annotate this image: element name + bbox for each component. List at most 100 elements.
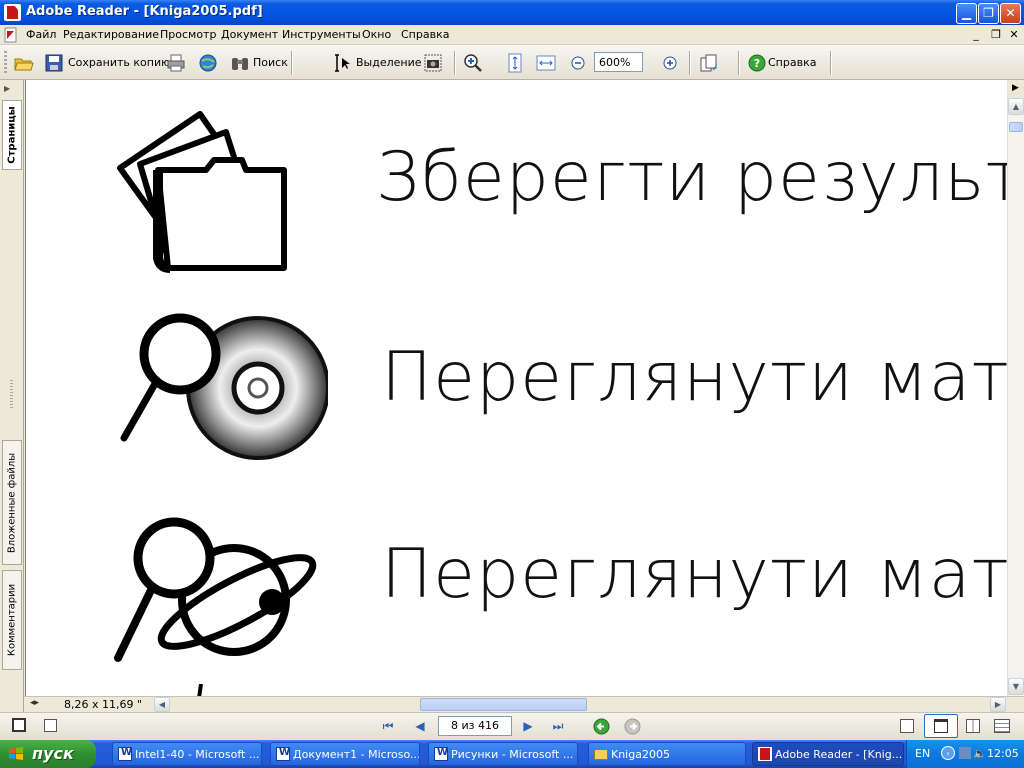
network-icon[interactable] (959, 747, 971, 759)
clock: 12:05 (987, 747, 1019, 760)
previous-page-button[interactable]: ◀ (412, 718, 428, 734)
tab-attachments-label: Вложенные файлы (6, 452, 18, 553)
title-bar[interactable]: Adobe Reader - [Kniga2005.pdf] ▁ ❐ ✕ (0, 0, 1024, 25)
adobe-reader-icon (4, 4, 21, 21)
adobe-icon (758, 747, 772, 761)
save-copy-icon[interactable] (44, 53, 64, 73)
pane-toggle-icon[interactable] (12, 718, 26, 732)
status-nav-bar (0, 712, 1024, 740)
zoom-level-input[interactable]: 600% (594, 52, 643, 72)
binoculars-icon[interactable] (230, 53, 250, 73)
window-title: Adobe Reader - [Kniga2005.pdf] (26, 4, 263, 19)
page-number-input[interactable]: 8 из 416 (438, 716, 512, 736)
document-line-1: Зберегти результат (376, 138, 1007, 217)
last-page-button[interactable]: ⏭ (550, 718, 566, 734)
help-button[interactable]: Справка (768, 56, 816, 69)
panel-expand-icon[interactable]: ▶ (4, 84, 18, 94)
word-icon: W (434, 747, 448, 761)
tab-pages-label: Страницы (6, 106, 18, 164)
zoom-in-tool-icon[interactable] (463, 53, 483, 73)
print-icon[interactable] (166, 53, 186, 73)
next-page-button[interactable]: ▶ (520, 718, 536, 734)
taskbar-item-kniga2005-folder[interactable]: Kniga2005 (588, 742, 746, 766)
start-button[interactable]: пуск (0, 740, 96, 768)
single-page-view-icon[interactable] (900, 719, 914, 733)
snapshot-camera-icon[interactable] (423, 53, 443, 73)
toolbar-separator (454, 51, 456, 75)
continuous-facing-view-icon[interactable] (994, 719, 1010, 733)
open-folder-icon[interactable] (14, 53, 34, 73)
facing-view-icon[interactable] (966, 719, 980, 733)
toolbar: Сохранить копию Поиск Выделение ▼ (0, 45, 1024, 122)
tray-expand-icon[interactable]: ‹ (941, 746, 955, 760)
menu-document[interactable]: Документ (221, 28, 278, 41)
toolbar-grip[interactable] (4, 51, 7, 75)
taskbar: пуск W Intel1-40 - Microsoft ... W Докум… (0, 740, 1024, 768)
menu-view[interactable]: Просмотр (160, 28, 216, 41)
zoom-in-icon[interactable] (660, 53, 680, 73)
tab-attachments[interactable]: Вложенные файлы (2, 440, 22, 565)
continuous-view-button[interactable] (924, 714, 958, 738)
search-button[interactable]: Поиск (253, 56, 288, 69)
go-forward-icon[interactable] (624, 718, 641, 735)
menu-help[interactable]: Справка (401, 28, 449, 41)
menu-file[interactable]: Файл (26, 28, 56, 41)
help-icon[interactable]: ? (748, 54, 766, 72)
text-select-icon[interactable] (333, 53, 353, 73)
panel-grip[interactable] (10, 380, 13, 410)
tab-pages[interactable]: Страницы (2, 100, 22, 170)
start-label: пуск (32, 744, 74, 763)
partial-icon (197, 684, 203, 696)
document-line-2: Переглянути матер (381, 338, 1007, 417)
doc-restore-button[interactable]: ❐ (988, 28, 1004, 42)
rotate-view-icon[interactable] (699, 53, 719, 73)
fit-page-icon[interactable] (505, 53, 525, 73)
vertical-scrollbar[interactable]: ▲ ▼ (1007, 98, 1024, 696)
continuous-view-icon (934, 719, 948, 733)
toolbar-separator (830, 51, 832, 75)
svg-text:?: ? (754, 57, 760, 70)
select-tool-button[interactable]: Выделение (356, 56, 422, 69)
fit-width-icon[interactable] (536, 53, 556, 73)
document-view[interactable]: Зберегти результат Переглянути матер Пер… (25, 80, 1007, 696)
menu-edit[interactable]: Редактирование (63, 28, 159, 41)
menu-bar: Файл Редактирование Просмотр Документ Ин… (0, 25, 1024, 45)
document-line-3: Переглянути матер (381, 535, 1007, 614)
toolbar-separator (291, 51, 293, 75)
horizontal-scroll-thumb[interactable] (420, 698, 587, 711)
vertical-scroll-thumb[interactable] (1009, 122, 1023, 132)
menu-window[interactable]: Окно (362, 28, 391, 41)
scroll-left-button[interactable]: ◀ (154, 697, 170, 712)
language-indicator[interactable]: EN (915, 747, 930, 760)
doc-minimize-button[interactable]: _ (968, 28, 984, 42)
go-back-icon[interactable] (593, 718, 610, 735)
taskbar-item-document1[interactable]: W Документ1 - Microso... (270, 742, 420, 766)
search-planet-icon (114, 517, 317, 662)
toolbar-separator (689, 51, 691, 75)
resize-arrows-icon[interactable]: ◂▸ (30, 698, 39, 708)
email-icon[interactable] (198, 53, 218, 73)
navigation-panel: ▶ Страницы Вложенные файлы Комментарии (0, 80, 24, 712)
maximize-button[interactable]: ❐ (978, 3, 999, 24)
word-icon: W (118, 747, 132, 761)
folder-icon (594, 749, 608, 760)
scroll-right-button[interactable]: ▶ (990, 697, 1006, 712)
taskbar-item-pictures[interactable]: W Рисунки - Microsoft ... (428, 742, 578, 766)
taskbar-item-intel[interactable]: W Intel1-40 - Microsoft ... (112, 742, 262, 766)
doc-close-button[interactable]: ✕ (1006, 28, 1022, 42)
page-menu-arrow[interactable]: ▶ (1007, 80, 1024, 98)
menu-tools[interactable]: Инструменты (282, 28, 361, 41)
tab-comments[interactable]: Комментарии (2, 570, 22, 670)
taskbar-item-adobe-reader[interactable]: Adobe Reader - [Knig... (752, 742, 904, 766)
tab-comments-label: Комментарии (6, 583, 18, 657)
close-button[interactable]: ✕ (1000, 3, 1021, 24)
windows-logo-icon (9, 747, 23, 760)
first-page-button[interactable]: ⏮ (380, 718, 396, 734)
status-icon[interactable] (44, 719, 57, 732)
scroll-down-button[interactable]: ▼ (1008, 678, 1024, 695)
save-copy-button[interactable]: Сохранить копию (68, 56, 170, 69)
scroll-up-button[interactable]: ▲ (1008, 98, 1024, 115)
zoom-out-icon[interactable] (568, 53, 588, 73)
volume-icon[interactable]: 🔈 (973, 747, 987, 760)
minimize-button[interactable]: ▁ (956, 3, 977, 24)
